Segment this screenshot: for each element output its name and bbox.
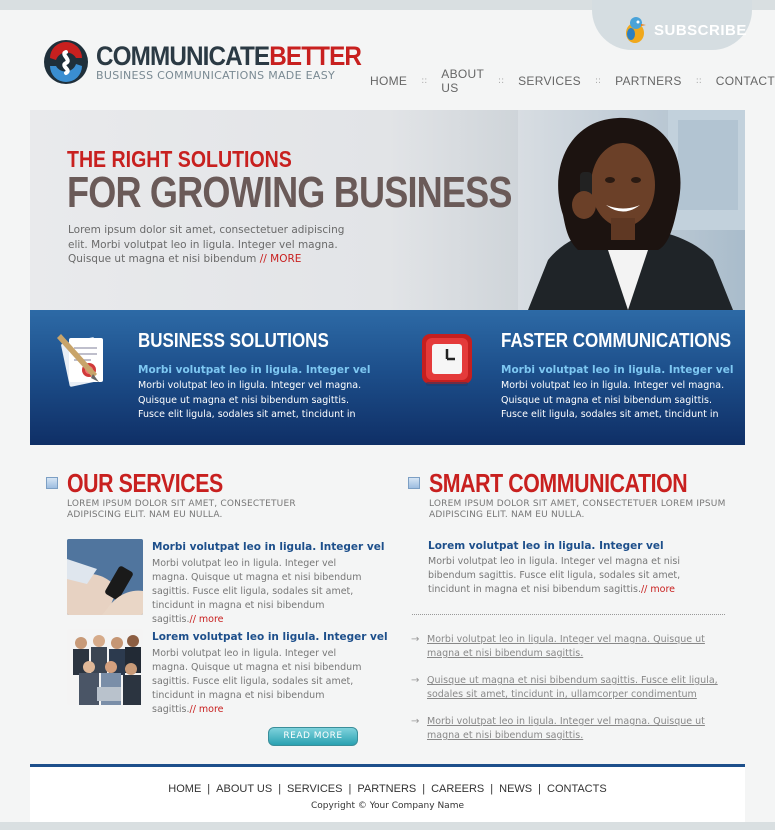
list-item: → Morbi volutpat leo in ligula. Integer …	[411, 633, 726, 661]
footer-link-contacts[interactable]: CONTACTS	[547, 783, 607, 795]
page: COMMUNICATEBETTER BUSINESS COMMUNICATION…	[0, 0, 775, 822]
square-bullet-icon	[46, 477, 58, 489]
footer-nav: HOME | ABOUT US | SERVICES | PARTNERS | CAREERS |…	[30, 783, 745, 795]
businesswoman-photo	[518, 110, 745, 310]
nav-separator: ::	[695, 76, 702, 86]
feature-subtitle: Morbi volutpat leo in ligula. Integer ve…	[138, 364, 371, 376]
logo-name-part2: BETTER	[269, 41, 362, 71]
smart-title: SMART COMMUNICATION	[429, 468, 688, 498]
services-subtitle: LOREM IPSUM DOLOR SIT AMET, CONSECTETUER…	[67, 499, 296, 521]
link-list: → Morbi volutpat leo in ligula. Integer …	[411, 633, 726, 756]
list-link[interactable]: Morbi volutpat leo in ligula. Integer ve…	[427, 633, 726, 661]
hero-headline-large: FOR GROWING BUSINESS	[67, 168, 512, 217]
footer-separator: |	[490, 783, 494, 795]
service-item: Lorem volutpat leo in ligula. Integer ve…	[67, 629, 388, 715]
services-subtitle-line: LOREM IPSUM DOLOR SIT AMET, CONSECTETUER	[67, 499, 296, 509]
services-heading: OUR SERVICES	[46, 468, 257, 499]
footer-separator: |	[207, 783, 211, 795]
logo-text: COMMUNICATEBETTER BUSINESS COMMUNICATION…	[96, 42, 390, 82]
services-title: OUR SERVICES	[67, 468, 223, 498]
footer-link-home[interactable]: HOME	[168, 783, 201, 795]
document-pen-icon	[57, 334, 103, 387]
hero-banner: THE RIGHT SOLUTIONS FOR GROWING BUSINESS…	[30, 110, 745, 310]
services-subtitle-line: ADIPISCING ELIT. NAM EU NULLA.	[67, 510, 223, 520]
list-link[interactable]: Morbi volutpat leo in ligula. Integer ve…	[427, 715, 726, 743]
bird-icon	[626, 17, 646, 43]
square-bullet-icon	[408, 477, 420, 489]
logo-mark-icon	[44, 40, 88, 84]
service-more-link[interactable]: // more	[190, 614, 224, 625]
service-body: Morbi volutpat leo in ligula. Integer ve…	[152, 648, 362, 715]
nav-home[interactable]: HOME	[370, 74, 407, 88]
footer: HOME | ABOUT US | SERVICES | PARTNERS | CAREERS |…	[30, 764, 745, 822]
footer-link-services[interactable]: SERVICES	[287, 783, 342, 795]
main-nav: HOME :: ABOUT US :: SERVICES :: PARTNERS…	[370, 67, 775, 95]
feature-title: FASTER COMMUNICATIONS	[501, 330, 732, 352]
feature-text: Morbi volutpat leo in ligula. Integer ve…	[501, 380, 725, 420]
nav-separator: ::	[421, 76, 428, 86]
copyright: Copyright © Your Company Name	[311, 801, 464, 811]
nav-partners[interactable]: PARTNERS	[615, 74, 682, 88]
nav-separator: ::	[498, 76, 505, 86]
bottom-strip	[0, 822, 775, 830]
clock-icon	[422, 334, 472, 386]
feature-band: BUSINESS SOLUTIONS Morbi volutpat leo in…	[30, 310, 745, 445]
footer-separator: |	[538, 783, 541, 795]
feature-subtitle: Morbi volutpat leo in ligula. Integer ve…	[501, 364, 734, 376]
logo-name-part1: COMMUNICATE	[96, 41, 270, 71]
service-text: Morbi volutpat leo in ligula. Integer ve…	[152, 647, 367, 717]
smart-subtitle-line: ADIPISCING ELIT. NAM EU NULLA.	[429, 510, 585, 520]
subscribe-label: SUBSCRIBE	[654, 21, 747, 39]
smartphone-hands-photo	[67, 539, 143, 615]
list-item: → Morbi volutpat leo in ligula. Integer …	[411, 715, 726, 743]
footer-separator: |	[278, 783, 282, 795]
feature-title: BUSINESS SOLUTIONS	[138, 330, 329, 352]
hero-text: Lorem ipsum dolor sit amet, consectetuer…	[68, 223, 358, 267]
smart-more-link[interactable]: // more	[641, 584, 675, 595]
footer-separator: |	[348, 783, 352, 795]
service-title[interactable]: Lorem volutpat leo in ligula. Integer ve…	[152, 631, 388, 643]
smart-heading: SMART COMMUNICATION	[408, 468, 744, 499]
logo-name: COMMUNICATEBETTER	[96, 41, 362, 71]
service-item: Morbi volutpat leo in ligula. Integer ve…	[67, 539, 384, 625]
nav-services[interactable]: SERVICES	[518, 74, 581, 88]
business-team-photo	[67, 629, 143, 705]
service-text: Morbi volutpat leo in ligula. Integer ve…	[152, 557, 367, 627]
footer-link-about-us[interactable]: ABOUT US	[216, 783, 272, 795]
service-title[interactable]: Morbi volutpat leo in ligula. Integer ve…	[152, 541, 384, 553]
arrow-icon: →	[411, 634, 420, 645]
smart-subtitle-line: LOREM IPSUM DOLOR SIT AMET, CONSECTETUER…	[429, 499, 726, 509]
nav-contact[interactable]: CONTACT	[716, 74, 775, 88]
smart-feature-title[interactable]: Lorem volutpat leo in ligula. Integer ve…	[428, 540, 664, 552]
hero-body: Lorem ipsum dolor sit amet, consectetuer…	[68, 224, 345, 265]
feature-text: Morbi volutpat leo in ligula. Integer ve…	[138, 380, 362, 420]
service-body: Morbi volutpat leo in ligula. Integer ve…	[152, 558, 362, 625]
list-item: → Quisque ut magna et nisi bibendum sagi…	[411, 674, 726, 702]
footer-link-careers[interactable]: CAREERS	[431, 783, 484, 795]
smart-subtitle: LOREM IPSUM DOLOR SIT AMET, CONSECTETUER…	[429, 499, 726, 521]
hero-more-link[interactable]: // MORE	[260, 253, 302, 265]
nav-separator: ::	[594, 76, 602, 86]
service-more-link[interactable]: // more	[190, 704, 224, 715]
arrow-icon: →	[411, 716, 420, 727]
logo[interactable]: COMMUNICATEBETTER BUSINESS COMMUNICATION…	[42, 38, 390, 86]
dotted-divider	[412, 614, 725, 615]
footer-link-partners[interactable]: PARTNERS	[357, 783, 416, 795]
footer-link-news[interactable]: NEWS	[499, 783, 532, 795]
read-more-button[interactable]: READ MORE	[268, 727, 358, 746]
smart-feature-text: Morbi volutpat leo in ligula. Integer ve…	[428, 555, 723, 597]
subscribe-button[interactable]: SUBSCRIBE	[592, 0, 752, 50]
list-link[interactable]: Quisque ut magna et nisi bibendum sagitt…	[427, 674, 726, 702]
arrow-icon: →	[411, 675, 420, 686]
footer-separator: |	[422, 783, 426, 795]
nav-about-us[interactable]: ABOUT US	[441, 67, 484, 95]
